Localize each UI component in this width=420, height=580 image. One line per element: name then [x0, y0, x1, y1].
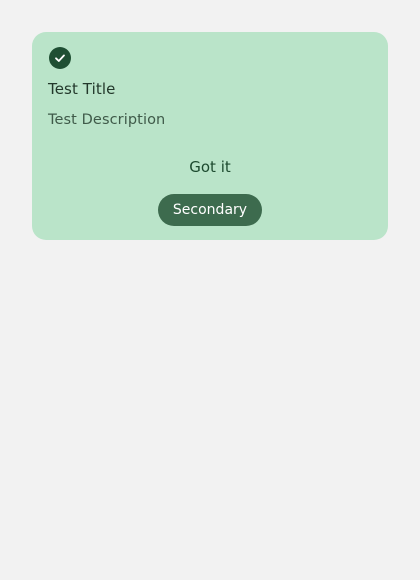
secondary-button[interactable]: Secondary [158, 194, 262, 226]
check-circle-icon [49, 47, 71, 69]
card-title: Test Title [48, 80, 116, 98]
got-it-button[interactable]: Got it [181, 156, 239, 178]
page: Test Title Test Description Got it Secon… [0, 0, 420, 580]
card-description: Test Description [48, 112, 166, 128]
info-card: Test Title Test Description Got it Secon… [32, 32, 388, 240]
